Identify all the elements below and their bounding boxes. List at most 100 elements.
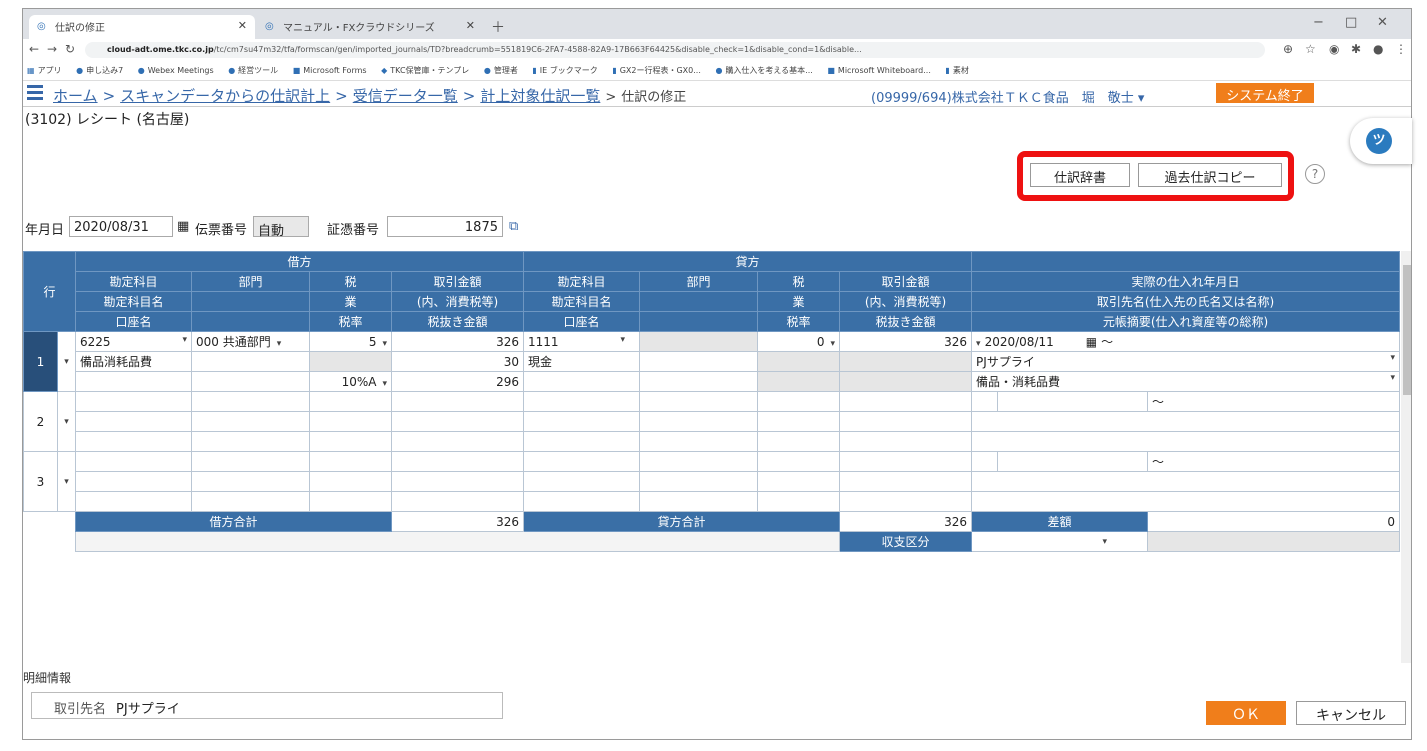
debit-account-header: 勘定科目 <box>75 271 193 292</box>
dropdown-icon[interactable]: ▾ <box>621 335 626 345</box>
zoom-icon[interactable]: ⊕ <box>1283 42 1293 56</box>
slip-number-field: 自動 <box>253 216 309 239</box>
hamburger-menu-icon[interactable] <box>27 85 43 101</box>
back-icon[interactable]: ← <box>29 42 39 56</box>
dropdown-icon[interactable]: ▾ <box>976 339 981 349</box>
debit-tax-amount-header: (内、消費税等) <box>391 291 525 312</box>
dropdown-icon[interactable]: ▾ <box>382 339 387 349</box>
dropdown-icon[interactable]: ▾ <box>277 339 282 349</box>
credit-account-code[interactable]: 1111 ▾ <box>523 331 641 352</box>
browser-tab-journal-edit[interactable]: ◎ 仕訳の修正 ✕ <box>29 15 255 39</box>
close-tab-icon[interactable]: ✕ <box>238 19 247 32</box>
minimize-icon[interactable]: − <box>1313 15 1324 30</box>
close-tab-icon[interactable]: ✕ <box>466 19 475 32</box>
dropdown-icon[interactable]: ▾ <box>382 379 387 389</box>
detail-info-box: 取引先名 PJサプライ <box>31 692 503 719</box>
bookmark-item[interactable]: ▦ アプリ <box>27 65 62 76</box>
dropdown-icon[interactable]: ▾ <box>831 339 836 349</box>
table-row: 備品消耗品費 30 現金 PJサプライ ▾ <box>24 351 1401 372</box>
scrollbar-thumb[interactable] <box>1403 265 1411 395</box>
row-number-header: 行 <box>23 251 77 332</box>
tilde-label: ～ <box>1147 391 1401 412</box>
attachment-icon[interactable]: ⧉ <box>509 219 518 234</box>
breadcrumb-scan-data[interactable]: スキャンデータからの仕訳計上 <box>120 87 330 105</box>
credit-rate-header: 税率 <box>757 311 841 332</box>
assistant-widget[interactable]: ツ <box>1350 118 1412 164</box>
row-menu-icon[interactable]: ▾ <box>56 331 77 392</box>
maximize-icon[interactable]: □ <box>1345 15 1357 30</box>
breadcrumb: ホーム > スキャンデータからの仕訳計上 > 受信データ一覧 > 計上対象仕訳一覧 > 仕訳の修… <box>53 87 687 105</box>
difference-value: 0 <box>1147 511 1401 532</box>
debit-account-code[interactable]: 6225 ▾ <box>75 331 193 352</box>
app-header: ホーム > スキャンデータからの仕訳計上 > 受信データ一覧 > 計上対象仕訳一覧 > 仕訳の修… <box>23 81 1411 107</box>
row-number[interactable]: 2 <box>23 391 58 452</box>
debit-dept-header: 部門 <box>191 271 311 292</box>
new-tab-icon[interactable]: ＋ <box>491 17 505 37</box>
row-number[interactable]: 1 <box>23 331 58 392</box>
url-field[interactable]: cloud-adt.ome.tkc.co.jp/tc/cm7su47m32/tf… <box>85 42 1265 58</box>
bookmark-item[interactable]: ■ Microsoft Forms <box>293 66 367 75</box>
bookmark-item[interactable]: ● 管理者 <box>484 65 518 76</box>
row-number[interactable]: 3 <box>23 451 58 512</box>
help-icon[interactable]: ? <box>1305 164 1325 184</box>
bookmark-item[interactable]: ◆ TKC保管庫・テンプレ <box>381 65 469 76</box>
dropdown-icon[interactable]: ▾ <box>182 335 187 345</box>
reload-icon[interactable]: ↻ <box>65 42 75 56</box>
breadcrumb-target-journals[interactable]: 計上対象仕訳一覧 <box>480 87 600 105</box>
category-select[interactable]: ▾ <box>971 531 1149 552</box>
evidence-number-input[interactable]: 1875 <box>387 216 503 237</box>
partner-select[interactable]: PJサプライ ▾ <box>971 351 1401 372</box>
puzzle-icon[interactable]: ✱ <box>1351 42 1361 56</box>
bookmark-item[interactable]: ● 申し込み7 <box>76 65 123 76</box>
extension-icon[interactable]: ◉ <box>1329 42 1339 56</box>
debit-dept-select[interactable]: 000 共通部門 ▾ <box>191 331 311 352</box>
breadcrumb-current: 仕訳の修正 <box>621 90 687 105</box>
debit-bank-header: 口座名 <box>75 311 193 332</box>
debit-tax-select[interactable]: 5 ▾ <box>309 331 393 352</box>
calendar-icon[interactable]: ▦ <box>177 219 189 234</box>
purchase-date-field[interactable]: ▾ 2020/08/11 ▦ ～ <box>971 331 1401 352</box>
dropdown-icon[interactable]: ▾ <box>1391 373 1396 383</box>
credit-header: 貸方 <box>523 251 973 272</box>
debit-amount[interactable]: 326 <box>391 331 525 352</box>
memo-select[interactable]: 備品・消耗品費 ▾ <box>971 371 1401 392</box>
bookmark-item[interactable]: ▮ GX2ー行程表・GX0... <box>612 65 701 76</box>
row-menu-icon[interactable]: ▾ <box>56 451 77 512</box>
calendar-icon[interactable]: ▦ <box>1086 335 1097 349</box>
voucher-fields: 年月日 2020/08/31 ▦ 伝票番号 自動 証憑番号 1875 ⧉ <box>23 215 723 239</box>
star-icon[interactable]: ☆ <box>1305 42 1316 56</box>
debit-business-header: 業 <box>309 291 393 312</box>
cancel-button[interactable]: キャンセル <box>1296 701 1406 725</box>
tab-title: 仕訳の修正 <box>55 23 105 34</box>
profile-icon[interactable]: ● <box>1373 42 1383 56</box>
ok-button[interactable]: ＯＫ <box>1206 701 1286 725</box>
close-window-icon[interactable]: ✕ <box>1377 15 1388 30</box>
bookmark-item[interactable]: ■ Microsoft Whiteboard... <box>827 66 931 75</box>
bookmark-item[interactable]: ● 経営ツール <box>228 65 278 76</box>
past-journal-copy-button[interactable]: 過去仕訳コピー <box>1138 163 1282 187</box>
date-input[interactable]: 2020/08/31 <box>69 216 173 237</box>
dropdown-icon[interactable]: ▾ <box>1391 353 1396 363</box>
credit-tax-select[interactable]: 0 ▾ <box>757 331 841 352</box>
vertical-scrollbar[interactable] <box>1401 251 1411 663</box>
breadcrumb-received-list[interactable]: 受信データ一覧 <box>353 87 458 105</box>
forward-icon[interactable]: → <box>47 42 57 56</box>
credit-bank-header: 口座名 <box>523 311 641 332</box>
journal-dictionary-button[interactable]: 仕訳辞書 <box>1030 163 1130 187</box>
bookmark-item[interactable]: ▮ 素材 <box>945 65 968 76</box>
bookmark-item[interactable]: ● Webex Meetings <box>138 66 214 75</box>
browser-tab-manual[interactable]: ◎ マニュアル・FXクラウドシリーズ ✕ <box>257 15 483 39</box>
credit-amount[interactable]: 326 <box>839 331 973 352</box>
detail-partner-value: PJサプライ <box>116 702 180 717</box>
breadcrumb-home[interactable]: ホーム <box>53 87 98 105</box>
dropdown-icon[interactable]: ▾ <box>1103 537 1108 547</box>
category-label: 収支区分 <box>839 531 973 552</box>
row-menu-icon[interactable]: ▾ <box>56 391 77 452</box>
system-exit-button[interactable]: システム終了 <box>1216 83 1314 104</box>
company-user-menu[interactable]: (09999/694)株式会社ＴＫＣ食品 堀 敬士 ▾ <box>871 87 1144 106</box>
menu-icon[interactable]: ⋮ <box>1395 42 1407 56</box>
bookmark-item[interactable]: ● 購入仕入を考える基本... <box>715 65 812 76</box>
debit-rate-select[interactable]: 10%A ▾ <box>309 371 393 392</box>
table-row: 3 ▾ ～ <box>23 451 1401 512</box>
bookmark-item[interactable]: ▮ IE ブックマーク <box>532 65 597 76</box>
